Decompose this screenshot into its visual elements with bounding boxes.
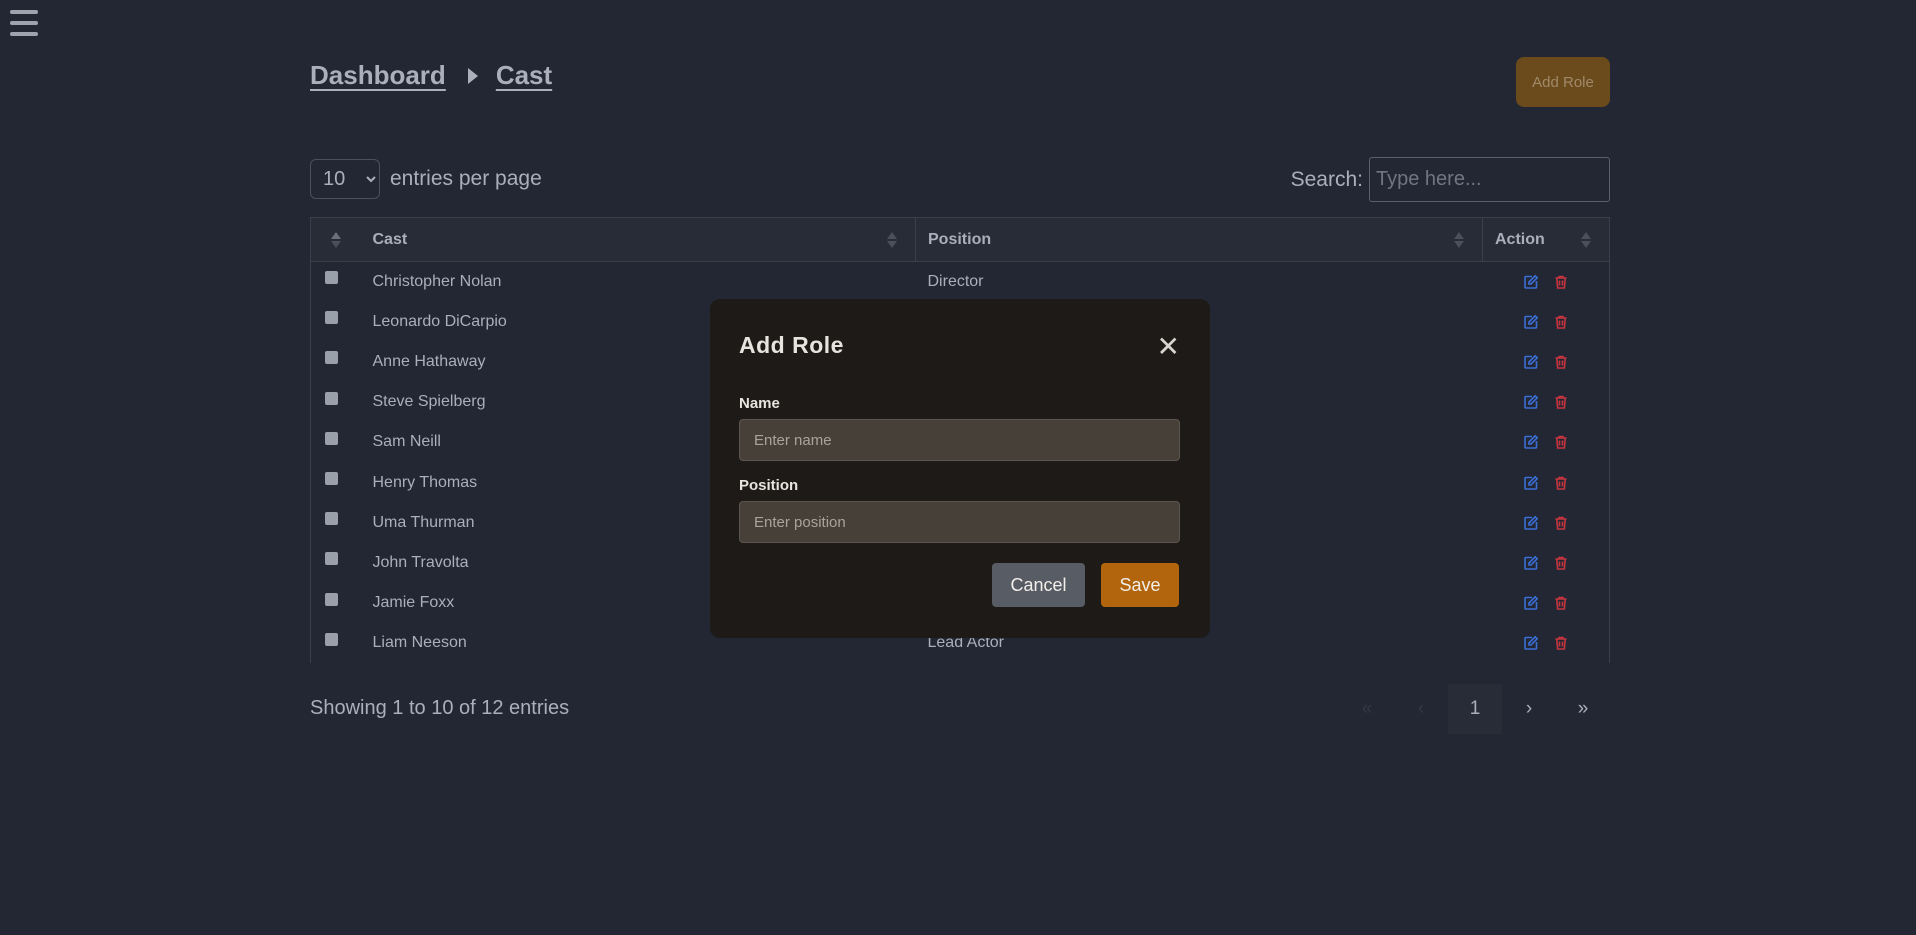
page-current-button[interactable]: 1	[1448, 684, 1502, 734]
column-header-label: Action	[1495, 230, 1545, 248]
page-prev-button[interactable]: ‹	[1394, 684, 1448, 734]
add-role-button[interactable]: Add Role	[1516, 57, 1610, 107]
row-checkbox-cell	[310, 583, 363, 624]
row-checkbox[interactable]	[325, 271, 338, 285]
action-cell	[1482, 301, 1610, 342]
entries-info: Showing 1 to 10 of 12 entries	[310, 697, 570, 719]
action-cell	[1482, 382, 1610, 423]
cast-cell: Christopher Nolan	[372, 272, 502, 290]
entries-label: entries per page	[390, 167, 542, 190]
search-control: Search:	[1291, 157, 1610, 202]
column-header-label: Position	[928, 230, 992, 248]
row-checkbox-cell	[310, 261, 363, 302]
position-cell: Director	[927, 272, 984, 290]
modal-title: Add Role	[739, 332, 844, 358]
action-cell	[1482, 422, 1610, 463]
edit-icon[interactable]	[1523, 515, 1539, 531]
action-cell	[1482, 341, 1610, 383]
edit-icon[interactable]	[1523, 635, 1539, 651]
page-first-button[interactable]: «	[1340, 684, 1394, 734]
action-cell	[1482, 502, 1610, 543]
name-input[interactable]	[739, 419, 1180, 461]
breadcrumb: Dashboard Cast	[310, 60, 552, 91]
hamburger-line	[10, 21, 38, 25]
row-checkbox-cell	[310, 382, 363, 423]
action-cell	[1482, 542, 1610, 583]
table-header-row: Cast Position Action	[310, 217, 1610, 262]
column-header-position[interactable]: Position	[915, 217, 1483, 262]
position-label: Position	[739, 477, 799, 494]
trash-icon[interactable]	[1553, 595, 1569, 611]
cancel-button[interactable]: Cancel	[992, 563, 1085, 607]
sort-icon	[331, 232, 341, 248]
table-row: Christopher Nolan Director	[310, 261, 1610, 302]
trash-icon[interactable]	[1553, 475, 1569, 491]
sort-icon	[887, 232, 897, 248]
action-cell	[1482, 583, 1610, 624]
row-checkbox[interactable]	[325, 592, 338, 606]
row-checkbox[interactable]	[325, 311, 338, 325]
row-checkbox-cell	[310, 301, 363, 342]
edit-icon[interactable]	[1523, 595, 1539, 611]
row-checkbox[interactable]	[325, 552, 338, 566]
hamburger-line	[10, 32, 38, 36]
trash-icon[interactable]	[1553, 394, 1569, 410]
trash-icon[interactable]	[1553, 434, 1569, 450]
edit-icon[interactable]	[1523, 434, 1539, 450]
trash-icon[interactable]	[1553, 555, 1569, 571]
trash-icon[interactable]	[1553, 515, 1569, 531]
action-cell	[1482, 623, 1610, 664]
row-checkbox-cell	[310, 623, 363, 664]
trash-icon[interactable]	[1553, 274, 1569, 290]
search-input[interactable]	[1369, 157, 1610, 202]
row-checkbox[interactable]	[325, 431, 338, 445]
hamburger-line	[10, 10, 38, 14]
column-header-cast[interactable]: Cast	[362, 217, 916, 262]
action-cell	[1482, 261, 1610, 302]
add-role-modal: Add Role ✕ Name Position Cancel Save	[710, 299, 1210, 638]
edit-icon[interactable]	[1523, 394, 1539, 410]
page-last-button[interactable]: »	[1556, 684, 1610, 734]
sort-icon	[1581, 232, 1591, 248]
edit-icon[interactable]	[1523, 555, 1539, 571]
edit-icon[interactable]	[1523, 274, 1539, 290]
row-checkbox-cell	[310, 542, 363, 583]
row-checkbox-cell	[310, 502, 363, 543]
row-checkbox-cell	[310, 422, 363, 463]
action-cell	[1482, 462, 1610, 503]
row-checkbox-cell	[310, 462, 363, 503]
breadcrumb-dashboard[interactable]: Dashboard	[310, 60, 446, 91]
row-checkbox[interactable]	[325, 632, 338, 646]
column-header-label: Cast	[372, 230, 408, 248]
sort-icon	[1454, 232, 1464, 248]
entries-per-page-select[interactable]: 10	[310, 159, 380, 199]
entries-control: 10 entries per page	[310, 159, 542, 199]
save-button[interactable]: Save	[1101, 563, 1179, 607]
row-checkbox[interactable]	[325, 391, 338, 405]
edit-icon[interactable]	[1523, 354, 1539, 370]
edit-icon[interactable]	[1523, 475, 1539, 491]
hamburger-icon[interactable]	[10, 10, 38, 36]
close-icon[interactable]: ✕	[1157, 333, 1180, 361]
page-next-button[interactable]: ›	[1502, 684, 1556, 734]
name-label: Name	[739, 395, 780, 412]
column-header-action[interactable]: Action	[1482, 217, 1610, 262]
edit-icon[interactable]	[1523, 314, 1539, 330]
row-checkbox[interactable]	[325, 472, 338, 486]
row-checkbox[interactable]	[325, 512, 338, 526]
select-column-header[interactable]	[310, 217, 363, 262]
trash-icon[interactable]	[1553, 635, 1569, 651]
search-label: Search:	[1290, 167, 1363, 191]
breadcrumb-cast[interactable]: Cast	[496, 60, 552, 91]
trash-icon[interactable]	[1553, 354, 1569, 370]
trash-icon[interactable]	[1553, 314, 1569, 330]
row-checkbox[interactable]	[325, 351, 338, 365]
row-checkbox-cell	[310, 341, 363, 383]
chevron-right-icon	[467, 67, 478, 84]
pagination: « ‹ 1 › »	[1340, 684, 1610, 734]
position-input[interactable]	[739, 501, 1180, 543]
